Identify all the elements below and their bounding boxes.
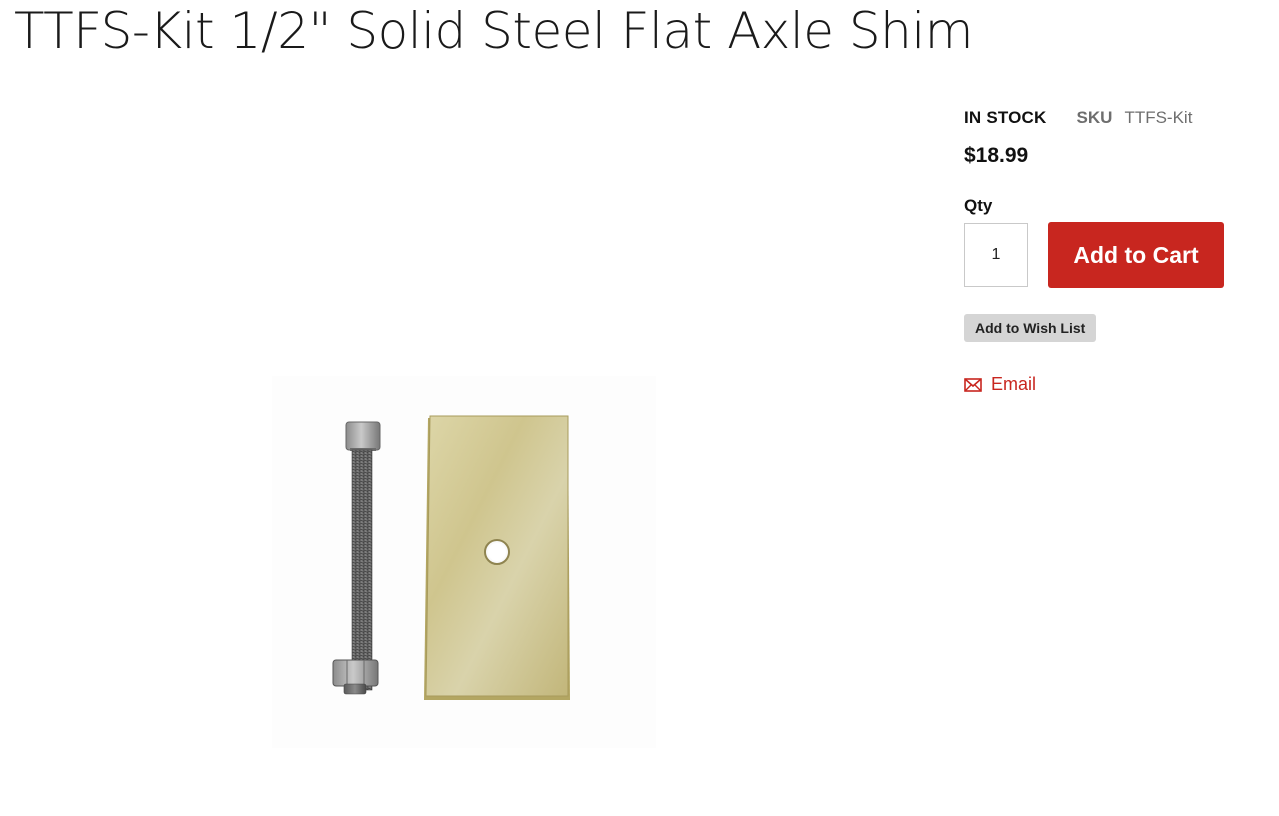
product-title: TTFS-Kit 1/2" Solid Steel Flat Axle Shim <box>14 2 973 60</box>
email-link[interactable]: Email <box>964 374 1264 395</box>
stock-sku-row: IN STOCK SKU TTFS-Kit <box>964 108 1264 134</box>
sku-value: TTFS-Kit <box>1124 108 1193 127</box>
envelope-icon <box>964 377 982 392</box>
axle-shim-kit-photo <box>332 415 570 700</box>
product-image[interactable] <box>272 376 656 748</box>
product-info-panel: IN STOCK SKU TTFS-Kit $18.99 Qty Add to … <box>964 108 1264 395</box>
product-page: TTFS-Kit 1/2" Solid Steel Flat Axle Shim <box>0 0 1279 816</box>
qty-label: Qty <box>964 196 993 215</box>
sku-label: SKU <box>1076 108 1113 127</box>
stock-status: IN STOCK <box>964 108 1047 127</box>
add-to-cart-button[interactable]: Add to Cart <box>1048 222 1224 288</box>
email-label: Email <box>991 374 1037 394</box>
qty-cart-row: Add to Cart <box>964 222 1264 288</box>
qty-input[interactable] <box>964 223 1028 287</box>
add-to-wishlist-button[interactable]: Add to Wish List <box>964 314 1097 342</box>
product-price: $18.99 <box>964 144 1029 167</box>
